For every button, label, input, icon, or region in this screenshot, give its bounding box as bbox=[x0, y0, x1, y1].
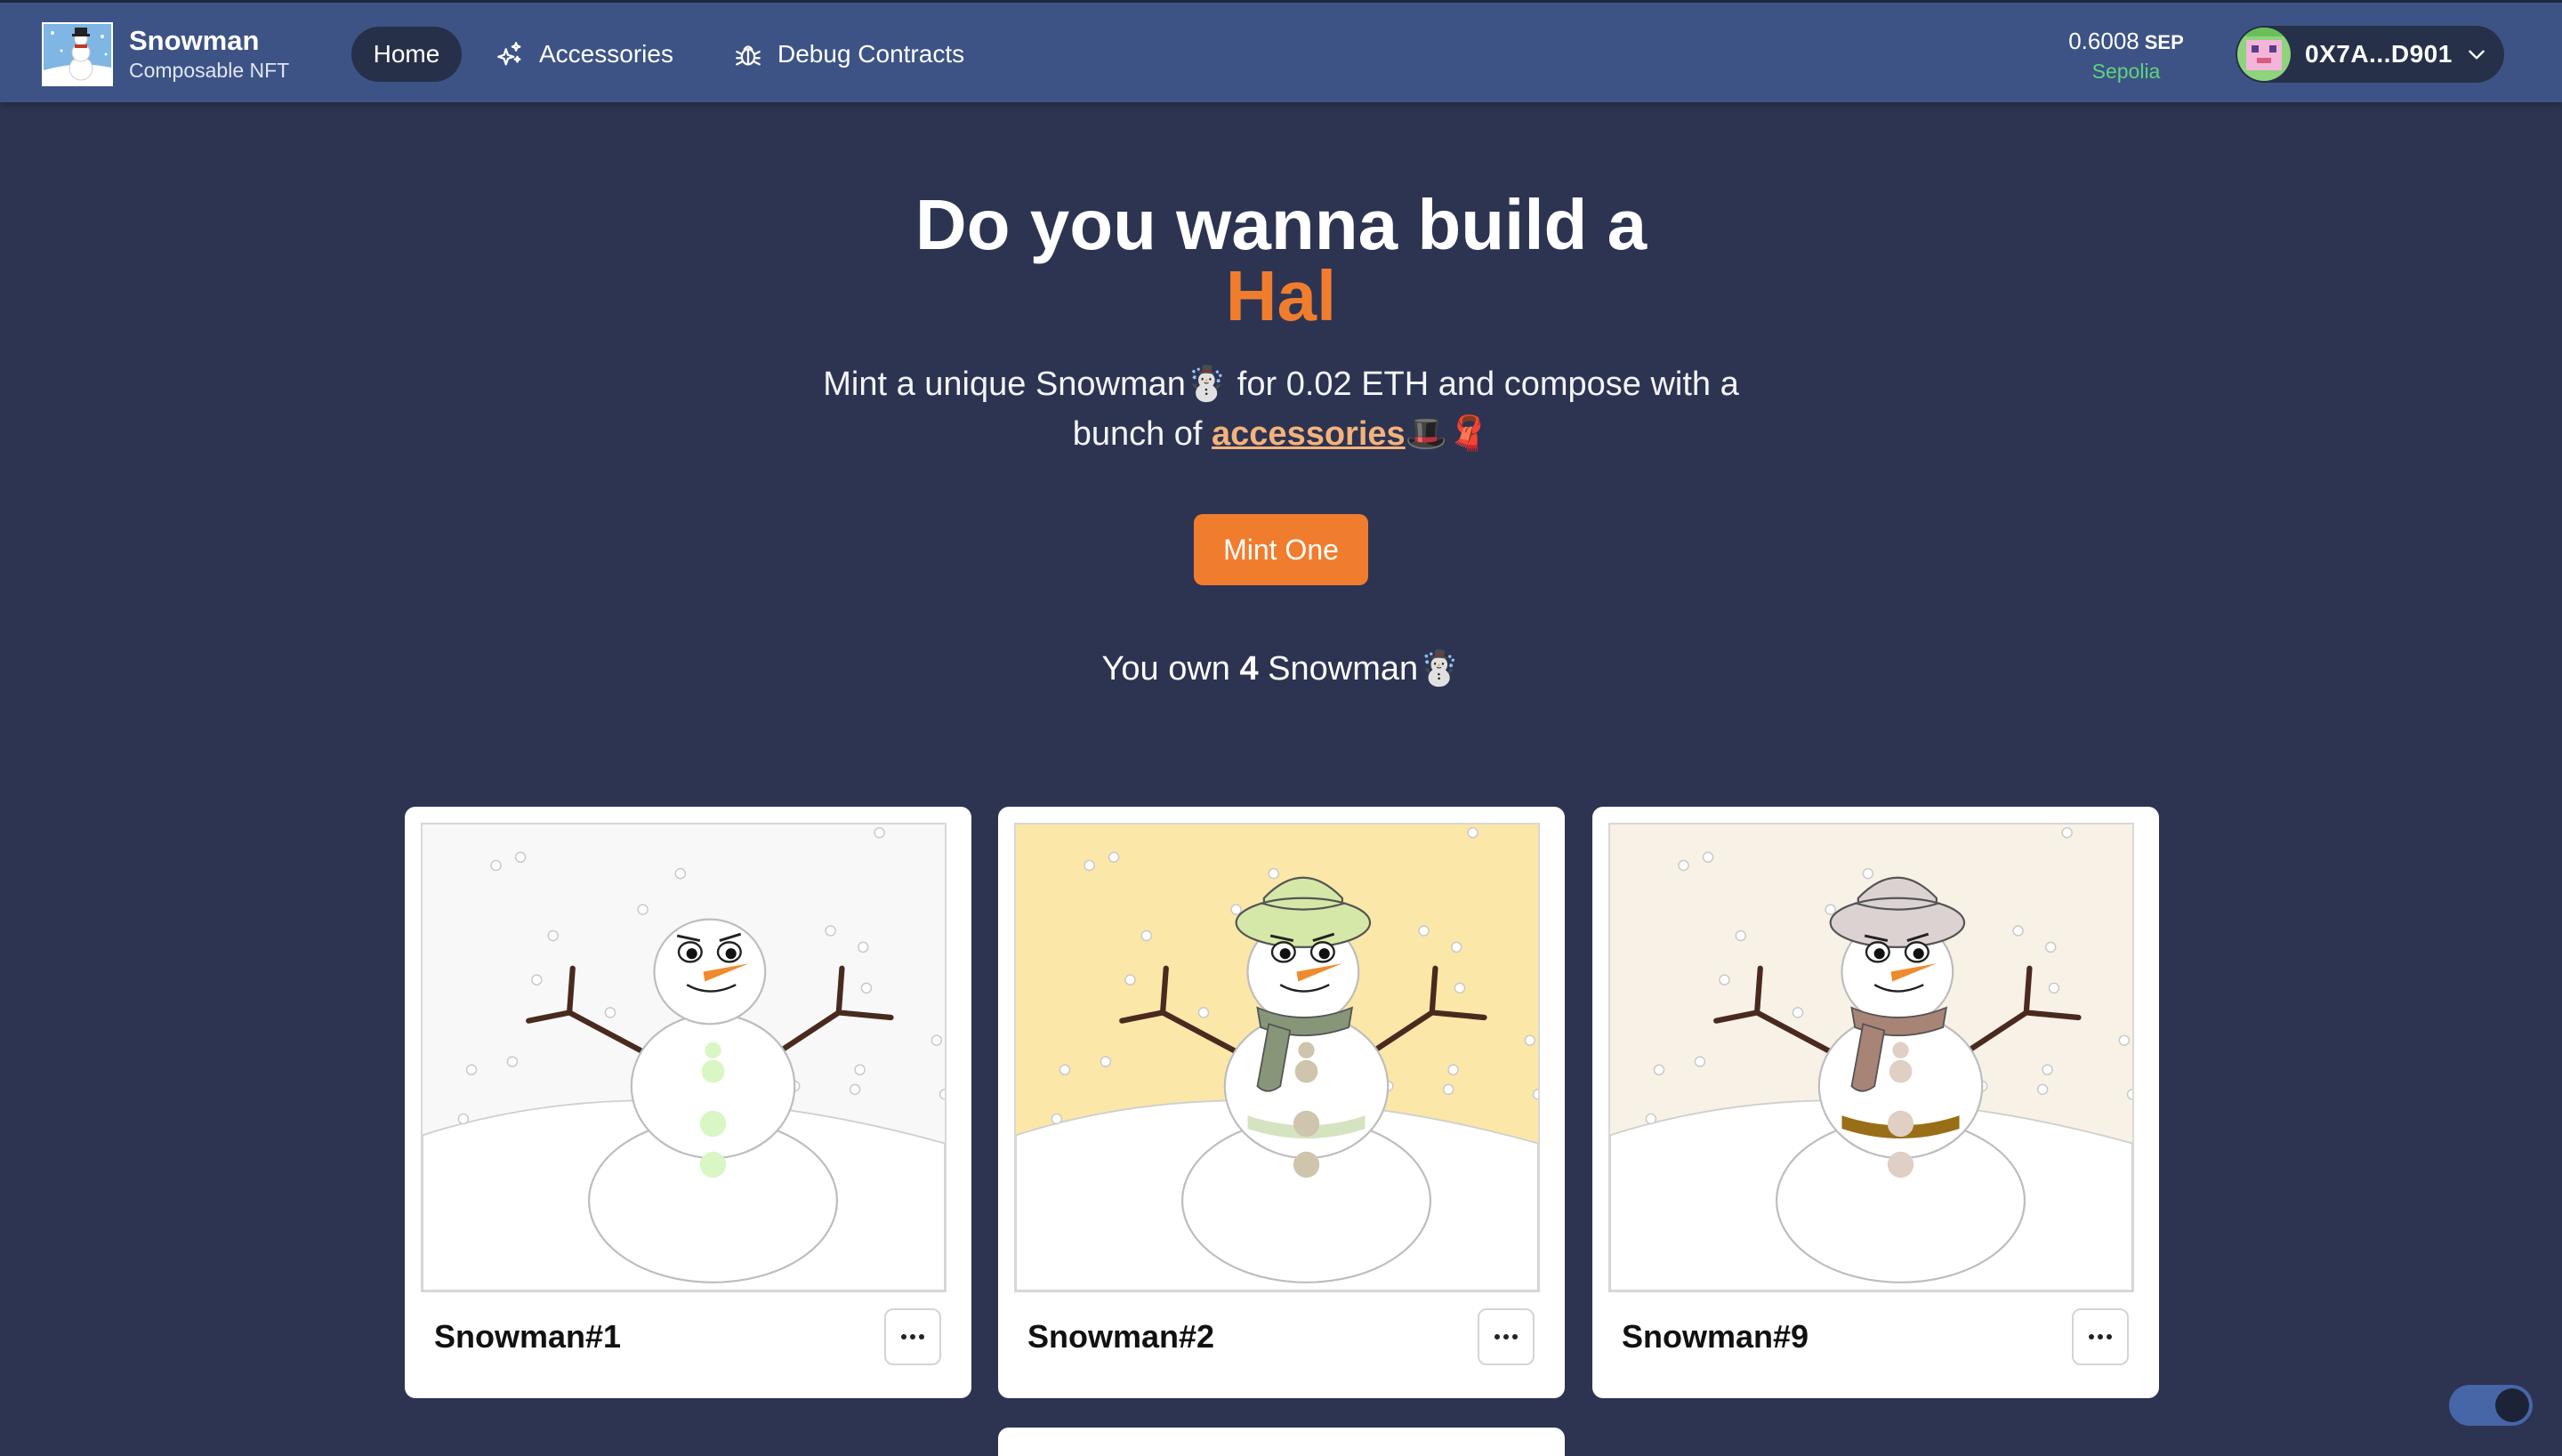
nav-debug-label: Debug Contracts bbox=[777, 40, 965, 68]
snowman-card[interactable]: Snowman#1 bbox=[405, 807, 971, 1398]
hero-description: Mint a unique Snowman☃️ for 0.02 ETH and… bbox=[801, 359, 1761, 459]
hero-title-highlight: Hal bbox=[1225, 256, 1337, 335]
owned-suffix: Snowman☃️ bbox=[1258, 650, 1461, 688]
nav-home[interactable]: Home bbox=[351, 27, 462, 82]
avatar bbox=[2237, 28, 2291, 81]
accessories-link[interactable]: accessories bbox=[1212, 415, 1406, 453]
brand-subtitle: Composable NFT bbox=[129, 59, 290, 82]
snowman-card-partial[interactable] bbox=[998, 1428, 1565, 1456]
nav-accessories-label: Accessories bbox=[539, 40, 673, 68]
card-menu-button[interactable] bbox=[1478, 1308, 1535, 1365]
snowman-logo-icon bbox=[42, 22, 113, 86]
snowman-name: Snowman#2 bbox=[1027, 1318, 1215, 1355]
snowman-image bbox=[1014, 823, 1540, 1292]
mint-button[interactable]: Mint One bbox=[1194, 514, 1368, 585]
network-name: Sepolia bbox=[2091, 60, 2161, 83]
navbar: Snowman Composable NFT Home Accessories … bbox=[0, 0, 2562, 102]
snowman-card[interactable]: Snowman#2 bbox=[998, 807, 1565, 1398]
snowman-name: Snowman#9 bbox=[1622, 1318, 1809, 1355]
chevron-down-icon bbox=[2469, 50, 2485, 60]
owned-prefix: You own bbox=[1101, 650, 1240, 688]
snowman-name: Snowman#1 bbox=[434, 1318, 622, 1355]
card-menu-button[interactable] bbox=[884, 1308, 941, 1365]
bug-icon bbox=[736, 45, 761, 66]
nav-accessories[interactable]: Accessories bbox=[495, 27, 673, 82]
theme-toggle[interactable] bbox=[2449, 1385, 2533, 1426]
brand-title: Snowman bbox=[129, 25, 260, 56]
sparkles-icon bbox=[497, 42, 521, 66]
owned-count: 4 bbox=[1239, 650, 1259, 688]
wallet-address: 0X7A...D901 bbox=[2305, 40, 2453, 68]
ellipsis-icon bbox=[901, 1334, 924, 1339]
card-menu-button[interactable] bbox=[2072, 1308, 2129, 1365]
balance-value: 0.6008 bbox=[2068, 28, 2139, 54]
hero-desc-emoji: 🎩🧣 bbox=[1405, 415, 1490, 453]
nav-debug-contracts[interactable]: Debug Contracts bbox=[733, 27, 964, 82]
wallet-balance: 0.6008 SEP Sepolia bbox=[2050, 26, 2202, 84]
theme-toggle-knob bbox=[2495, 1388, 2529, 1422]
wallet-button[interactable]: 0X7A...D901 bbox=[2236, 26, 2504, 83]
balance-unit: SEP bbox=[2144, 31, 2184, 53]
snowman-card[interactable]: Snowman#9 bbox=[1592, 807, 2159, 1398]
snowman-image bbox=[421, 823, 947, 1292]
owned-count-text: You own 4 Snowman☃️ bbox=[0, 648, 2562, 690]
ellipsis-icon bbox=[2089, 1334, 2112, 1339]
snowman-image bbox=[1608, 823, 2134, 1292]
ellipsis-icon bbox=[1494, 1334, 1518, 1339]
brand[interactable]: Snowman Composable NFT bbox=[42, 22, 289, 86]
